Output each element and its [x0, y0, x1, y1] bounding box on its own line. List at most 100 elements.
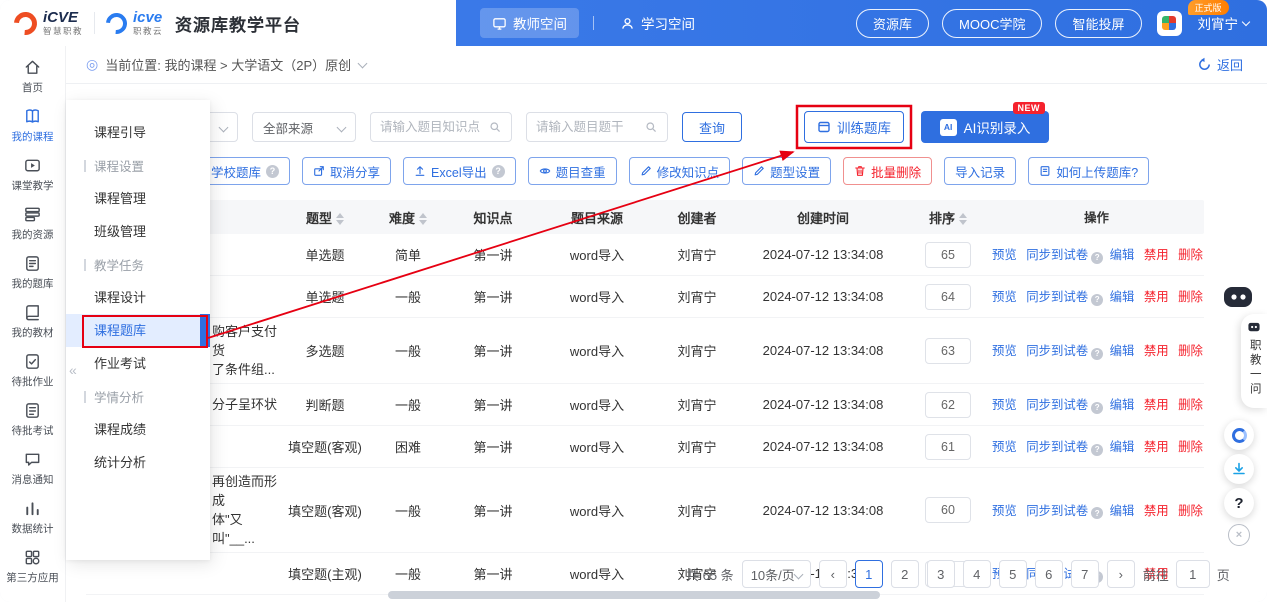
sidebar-item-third-party-apps[interactable]: 第三方应用 — [0, 542, 65, 591]
sort-order-input[interactable]: 65 — [925, 242, 971, 268]
assistant-chat-button[interactable] — [1224, 420, 1254, 450]
assistant-avatar-icon[interactable] — [1222, 283, 1254, 310]
delete-link[interactable]: 删除 — [1178, 248, 1203, 262]
help-icon[interactable]: ? — [1091, 402, 1103, 414]
query-button[interactable]: 查询 — [682, 112, 742, 142]
pill-resource-library[interactable]: 资源库 — [856, 9, 929, 38]
disable-link[interactable]: 禁用 — [1144, 504, 1169, 518]
sort-order-input[interactable]: 64 — [925, 284, 971, 310]
sync-to-paper-link[interactable]: 同步到试卷 — [1026, 290, 1088, 304]
sync-to-paper-link[interactable]: 同步到试卷 — [1026, 398, 1088, 412]
duplicate-check-button[interactable]: 题目查重 — [528, 157, 617, 185]
sort-order-input[interactable]: 63 — [925, 338, 971, 364]
sidebar-item-my-question-bank[interactable]: 我的题库 — [0, 248, 65, 297]
import-records-button[interactable]: 导入记录 — [944, 157, 1016, 185]
page-button[interactable]: 2 — [891, 560, 919, 588]
submenu-item-course-management[interactable]: 课程管理 — [66, 182, 210, 215]
delete-link[interactable]: 删除 — [1178, 290, 1203, 304]
sidebar-item-pending-homework[interactable]: 待批作业 — [0, 346, 65, 395]
breadcrumb-chevron-down-icon[interactable] — [358, 59, 368, 69]
sidebar-item-classroom-teaching[interactable]: 课堂教学 — [0, 150, 65, 199]
help-icon[interactable]: ? — [1091, 444, 1103, 456]
sidebar-item-my-textbooks[interactable]: 我的教材 — [0, 297, 65, 346]
submenu-item-class-management[interactable]: 班级管理 — [66, 215, 210, 248]
help-float-button[interactable]: ? — [1224, 488, 1254, 518]
question-type-settings-button[interactable]: 题型设置 — [742, 157, 831, 185]
submenu-item-course-guide[interactable]: 课程引导 — [66, 116, 210, 149]
delete-link[interactable]: 删除 — [1178, 344, 1203, 358]
edit-link[interactable]: 编辑 — [1110, 248, 1135, 262]
sidebar-item-pending-exams[interactable]: 待批考试 — [0, 395, 65, 444]
page-button[interactable]: 3 — [927, 560, 955, 588]
disable-link[interactable]: 禁用 — [1144, 440, 1169, 454]
edit-link[interactable]: 编辑 — [1110, 504, 1135, 518]
goto-page-input[interactable] — [1176, 560, 1210, 588]
header-question-type[interactable]: 题型 — [281, 208, 369, 227]
submenu-item-course-question-bank[interactable]: 课程题库 — [66, 314, 210, 347]
question-source-select[interactable]: 全部来源 — [252, 112, 356, 142]
knowledge-point-input[interactable] — [380, 120, 489, 134]
header-sort-order[interactable]: 排序 — [907, 208, 989, 227]
help-icon[interactable]: ? — [1091, 507, 1103, 519]
next-page-button[interactable]: › — [1107, 560, 1135, 588]
sidebar-item-notifications[interactable]: 消息通知 — [0, 444, 65, 493]
question-stem-input[interactable] — [536, 120, 645, 134]
help-icon[interactable]: ? — [1091, 348, 1103, 360]
sidebar-item-my-resources[interactable]: 我的资源 — [0, 199, 65, 248]
horizontal-scrollbar[interactable] — [388, 591, 880, 599]
sidebar-item-data-statistics[interactable]: 数据统计 — [0, 493, 65, 542]
page-button[interactable]: 6 — [1035, 560, 1063, 588]
header-difficulty[interactable]: 难度 — [369, 208, 447, 227]
school-bank-button[interactable]: 学校题库 ? — [200, 157, 290, 185]
pill-mooc-academy[interactable]: MOOC学院 — [942, 9, 1042, 38]
help-icon[interactable]: ? — [1091, 294, 1103, 306]
collapse-panel-icon[interactable]: « — [69, 362, 77, 378]
disable-link[interactable]: 禁用 — [1144, 398, 1169, 412]
preview-link[interactable]: 预览 — [992, 504, 1017, 518]
cancel-share-button[interactable]: 取消分享 — [302, 157, 391, 185]
app-grid-icon[interactable] — [1157, 11, 1182, 36]
page-button[interactable]: 5 — [999, 560, 1027, 588]
submenu-item-course-grades[interactable]: 课程成绩 — [66, 413, 210, 446]
disable-link[interactable]: 禁用 — [1144, 290, 1169, 304]
preview-link[interactable]: 预览 — [992, 248, 1017, 262]
page-button[interactable]: 4 — [963, 560, 991, 588]
submenu-item-statistical-analysis[interactable]: 统计分析 — [66, 446, 210, 479]
sync-to-paper-link[interactable]: 同步到试卷 — [1026, 440, 1088, 454]
batch-delete-button[interactable]: 批量删除 — [843, 157, 932, 185]
sync-to-paper-link[interactable]: 同步到试卷 — [1026, 248, 1088, 262]
preview-link[interactable]: 预览 — [992, 290, 1017, 304]
delete-link[interactable]: 删除 — [1178, 398, 1203, 412]
submenu-item-course-design[interactable]: 课程设计 — [66, 281, 210, 314]
page-size-select[interactable]: 10条/页 — [742, 560, 811, 588]
nav-learning-space[interactable]: 学习空间 — [608, 8, 707, 38]
how-to-upload-button[interactable]: 如何上传题库? — [1028, 157, 1149, 185]
sort-order-input[interactable]: 60 — [925, 497, 971, 523]
delete-link[interactable]: 删除 — [1178, 440, 1203, 454]
edit-link[interactable]: 编辑 — [1110, 290, 1135, 304]
disable-link[interactable]: 禁用 — [1144, 344, 1169, 358]
page-button[interactable]: 1 — [855, 560, 883, 588]
excel-export-button[interactable]: Excel导出 ? — [403, 157, 516, 185]
edit-link[interactable]: 编辑 — [1110, 398, 1135, 412]
preview-link[interactable]: 预览 — [992, 398, 1017, 412]
edit-link[interactable]: 编辑 — [1110, 344, 1135, 358]
ai-recognition-entry-button[interactable]: AI AI识别录入 NEW — [921, 111, 1049, 143]
back-button[interactable]: 返回 — [1197, 55, 1243, 74]
preview-link[interactable]: 预览 — [992, 440, 1017, 454]
edit-link[interactable]: 编辑 — [1110, 440, 1135, 454]
preview-link[interactable]: 预览 — [992, 344, 1017, 358]
prev-page-button[interactable]: ‹ — [819, 560, 847, 588]
delete-link[interactable]: 删除 — [1178, 504, 1203, 518]
pill-smart-cast[interactable]: 智能投屏 — [1055, 9, 1141, 38]
sort-order-input[interactable]: 62 — [925, 392, 971, 418]
sync-to-paper-link[interactable]: 同步到试卷 — [1026, 344, 1088, 358]
modify-knowledge-button[interactable]: 修改知识点 — [629, 157, 731, 185]
nav-teacher-space[interactable]: 教师空间 — [480, 8, 579, 38]
sidebar-item-home[interactable]: 首页 — [0, 52, 65, 101]
close-float-button[interactable]: × — [1228, 524, 1250, 546]
user-menu[interactable]: 正式版 刘宵宁 — [1198, 13, 1250, 33]
sort-order-input[interactable]: 61 — [925, 434, 971, 460]
submenu-item-homework-exams[interactable]: 作业考试 — [66, 347, 210, 380]
download-float-button[interactable] — [1224, 454, 1254, 484]
